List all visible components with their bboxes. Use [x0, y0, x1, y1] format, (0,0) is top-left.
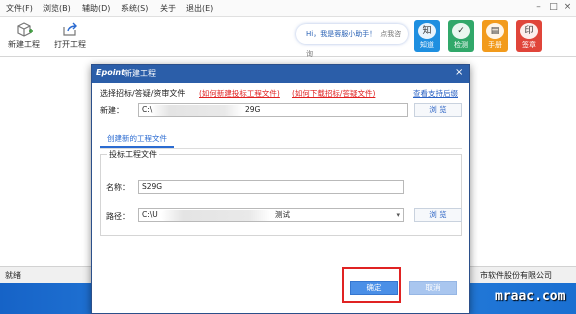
- check-button[interactable]: ✓ 检测: [448, 20, 474, 52]
- open-project-icon: [63, 22, 77, 36]
- menu-system[interactable]: 系统(S): [121, 3, 148, 14]
- menu-browse[interactable]: 浏览(B): [43, 3, 71, 14]
- cancel-button[interactable]: 取消: [409, 281, 457, 295]
- maximize-icon[interactable]: □: [548, 2, 559, 13]
- manual-label: 手册: [488, 41, 502, 49]
- how-to-new-link[interactable]: (如何新建投标工程文件): [199, 88, 280, 99]
- new-file-label: 新建：: [100, 106, 124, 115]
- status-ready: 就绪: [5, 271, 21, 280]
- menu-assist[interactable]: 辅助(D): [82, 3, 110, 14]
- path-label: 路径：: [106, 212, 130, 221]
- new-project-dialog: Epoint 新建工程 × 选择招标/答疑/资审文件 (如何新建投标工程文件) …: [91, 64, 470, 314]
- source-file-suffix: 29G: [245, 105, 261, 114]
- signature-button[interactable]: 印 签章: [516, 20, 542, 52]
- manual-icon: ▤: [486, 23, 504, 39]
- project-path-prefix: C:\U: [142, 210, 158, 219]
- assistant-bubble[interactable]: Hi，我是蓉服小助手！ 点我咨询: [296, 24, 408, 58]
- redacted-path: [151, 105, 243, 116]
- check-icon: ✓: [452, 23, 470, 39]
- menu-about[interactable]: 关于: [160, 3, 176, 14]
- chevron-down-icon[interactable]: ▾: [396, 209, 400, 221]
- project-path-select[interactable]: C:\U 测试 ▾: [138, 208, 404, 222]
- check-label: 检测: [454, 41, 468, 49]
- new-project-icon: [17, 22, 33, 37]
- dialog-close-icon[interactable]: ×: [455, 67, 463, 78]
- watermark: mraac.com: [495, 289, 566, 304]
- how-to-download-link[interactable]: (如何下载招标/答疑文件): [292, 88, 375, 99]
- new-project-button[interactable]: 新建工程: [3, 21, 45, 55]
- menu-file[interactable]: 文件(F): [6, 3, 33, 14]
- menu-bar: 文件(F) 浏览(B) 辅助(D) 系统(S) 关于 退出(E) – □ ×: [0, 0, 576, 17]
- supported-suffix-link[interactable]: 查看支持后缀: [413, 88, 458, 99]
- project-name-value: S29G: [142, 182, 163, 191]
- ok-button-highlight: [342, 267, 401, 303]
- know-icon: 知: [418, 23, 436, 39]
- bid-project-group: 投标工程文件: [100, 149, 462, 236]
- know-label: 知道: [420, 41, 434, 49]
- menu-exit[interactable]: 退出(E): [186, 3, 213, 14]
- project-path-suffix: 测试: [275, 210, 290, 219]
- epoint-logo: Epoint: [96, 68, 125, 77]
- dialog-title: 新建工程: [124, 69, 156, 78]
- project-name-input[interactable]: S29G: [138, 180, 404, 194]
- new-project-label: 新建工程: [8, 40, 40, 49]
- signature-label: 签章: [522, 41, 536, 49]
- manual-button[interactable]: ▤ 手册: [482, 20, 508, 52]
- status-company: 市软件股份有限公司: [480, 271, 552, 280]
- redacted-path: [161, 210, 271, 221]
- tab-create-project[interactable]: 创建新的工程文件: [100, 132, 174, 148]
- assistant-text: Hi，我是蓉服小助手！: [306, 30, 377, 38]
- group-title: 投标工程文件: [107, 149, 159, 160]
- name-label: 名称：: [106, 183, 130, 192]
- open-project-label: 打开工程: [54, 40, 86, 49]
- know-button[interactable]: 知 知道: [414, 20, 440, 52]
- select-file-label: 选择招标/答疑/资审文件: [100, 89, 186, 98]
- close-icon[interactable]: ×: [562, 2, 573, 13]
- dialog-titlebar[interactable]: Epoint 新建工程 ×: [92, 65, 469, 83]
- source-file-input[interactable]: C:\ 29G: [138, 103, 408, 117]
- minimize-icon[interactable]: –: [533, 2, 544, 13]
- browse-path-button[interactable]: 浏 览: [414, 208, 462, 222]
- open-project-button[interactable]: 打开工程: [49, 21, 91, 55]
- seal-icon: 印: [520, 23, 538, 39]
- browse-source-button[interactable]: 浏 览: [414, 103, 462, 117]
